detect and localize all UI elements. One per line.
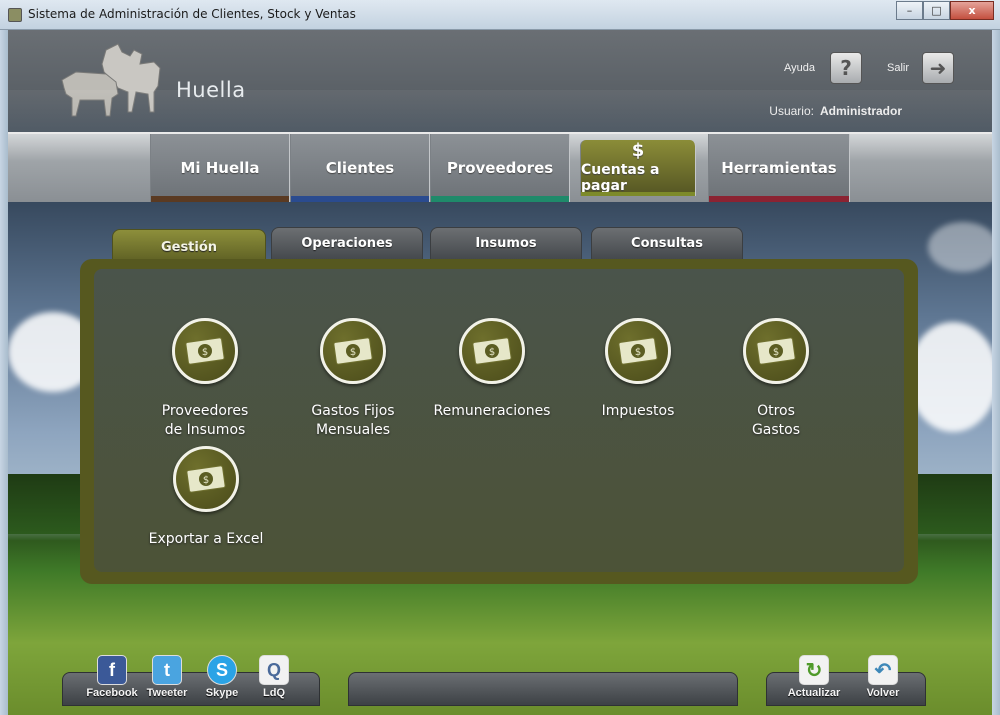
refresh-icon: ↻: [799, 655, 829, 685]
nav-item-label: Herramientas: [721, 159, 837, 177]
action-impuestos[interactable]: $ Impuestos: [568, 318, 708, 421]
brand-name: Huella: [176, 78, 246, 102]
svg-text:$: $: [203, 475, 209, 486]
action-exportar-excel[interactable]: $ Exportar a Excel: [136, 446, 276, 549]
facebook-link[interactable]: f Facebook: [82, 655, 142, 699]
user-label: Usuario:: [769, 104, 814, 118]
question-icon: ?: [840, 56, 852, 80]
window-frame-right: [992, 30, 1000, 715]
action-proveedores-insumos[interactable]: $ Proveedores de Insumos: [135, 318, 275, 440]
money-bill-icon: $: [743, 318, 809, 384]
money-bill-icon: $: [173, 446, 239, 512]
svg-text:$: $: [635, 347, 641, 358]
money-bill-icon: $: [172, 318, 238, 384]
cloud: [928, 222, 992, 272]
twitter-icon: t: [152, 655, 182, 685]
nav-item-cuentas-a-pagar[interactable]: $ Cuentas a pagar: [580, 140, 696, 196]
dollar-icon: $: [631, 140, 645, 161]
action-remuneraciones[interactable]: $ Remuneraciones: [422, 318, 562, 421]
status-bar: [348, 672, 738, 706]
skype-label: Skype: [205, 687, 239, 699]
skype-link[interactable]: S Skype: [192, 655, 252, 699]
window-controls: – □ x: [896, 1, 994, 20]
facebook-label: Facebook: [86, 687, 138, 699]
cloud: [908, 322, 992, 432]
main-nav: Mi Huella Clientes Proveedores $ Cuentas…: [8, 132, 992, 202]
maximize-button[interactable]: □: [923, 1, 950, 20]
action-label: Remuneraciones: [433, 403, 551, 419]
refresh-label: Actualizar: [787, 687, 841, 699]
skype-icon: S: [207, 655, 237, 685]
app-icon: [8, 8, 22, 22]
horse-cow-logo-icon: [61, 43, 161, 117]
arrow-right-icon: ➜: [929, 56, 947, 80]
svg-text:$: $: [202, 347, 208, 358]
action-gastos-fijos[interactable]: $ Gastos Fijos Mensuales: [283, 318, 423, 440]
nav-item-label: Mi Huella: [180, 159, 260, 177]
exit-button[interactable]: ➜: [922, 52, 954, 84]
help-label: Ayuda: [784, 62, 815, 74]
close-window-button[interactable]: x: [950, 1, 994, 20]
svg-text:$: $: [350, 347, 356, 358]
action-label: Impuestos: [601, 403, 675, 419]
refresh-button[interactable]: ↻ Actualizar: [784, 655, 844, 699]
money-bill-icon: $: [320, 318, 386, 384]
nav-item-clientes[interactable]: Clientes: [290, 134, 430, 202]
nav-item-mi-huella[interactable]: Mi Huella: [150, 134, 290, 202]
svg-text:$: $: [489, 347, 495, 358]
minimize-button[interactable]: –: [896, 1, 923, 20]
ldq-label: LdQ: [263, 687, 285, 699]
help-button[interactable]: ?: [830, 52, 862, 84]
money-bill-icon: $: [605, 318, 671, 384]
ldq-link[interactable]: Q LdQ: [244, 655, 304, 699]
tab-consultas[interactable]: Consultas: [591, 227, 743, 260]
money-bill-icon: $: [459, 318, 525, 384]
window-titlebar: Sistema de Administración de Clientes, S…: [0, 0, 1000, 30]
back-arrow-icon: ↶: [868, 655, 898, 685]
facebook-icon: f: [97, 655, 127, 685]
nav-color-bar: [581, 192, 695, 196]
back-label: Volver: [866, 687, 900, 699]
action-label: Otros Gastos: [751, 403, 801, 438]
nav-item-label: Cuentas a pagar: [581, 162, 660, 194]
back-button[interactable]: ↶ Volver: [853, 655, 913, 699]
action-otros-gastos[interactable]: $ Otros Gastos: [706, 318, 846, 440]
tweeter-link[interactable]: t Tweeter: [137, 655, 197, 699]
action-label: Proveedores de Insumos: [161, 403, 249, 438]
nav-item-label: Proveedores: [446, 159, 554, 177]
nav-item-label: Clientes: [325, 159, 395, 177]
tab-operaciones[interactable]: Operaciones: [271, 227, 423, 260]
user-value: Administrador: [819, 104, 902, 118]
action-label: Exportar a Excel: [148, 531, 264, 547]
nav-item-proveedores[interactable]: Proveedores: [430, 134, 570, 202]
exit-label: Salir: [887, 62, 910, 74]
ldq-icon: Q: [259, 655, 289, 685]
window-title: Sistema de Administración de Clientes, S…: [28, 7, 356, 21]
action-label: Gastos Fijos Mensuales: [311, 403, 395, 438]
nav-item-herramientas[interactable]: Herramientas: [708, 134, 850, 202]
tab-insumos[interactable]: Insumos: [430, 227, 582, 260]
app-header: Huella Ayuda ? Salir ➜ Usuario: Administr…: [8, 30, 992, 132]
user-info: Usuario: Administrador: [769, 104, 902, 118]
window-frame-left: [0, 30, 8, 715]
svg-text:$: $: [773, 347, 779, 358]
tweeter-label: Tweeter: [146, 687, 188, 699]
